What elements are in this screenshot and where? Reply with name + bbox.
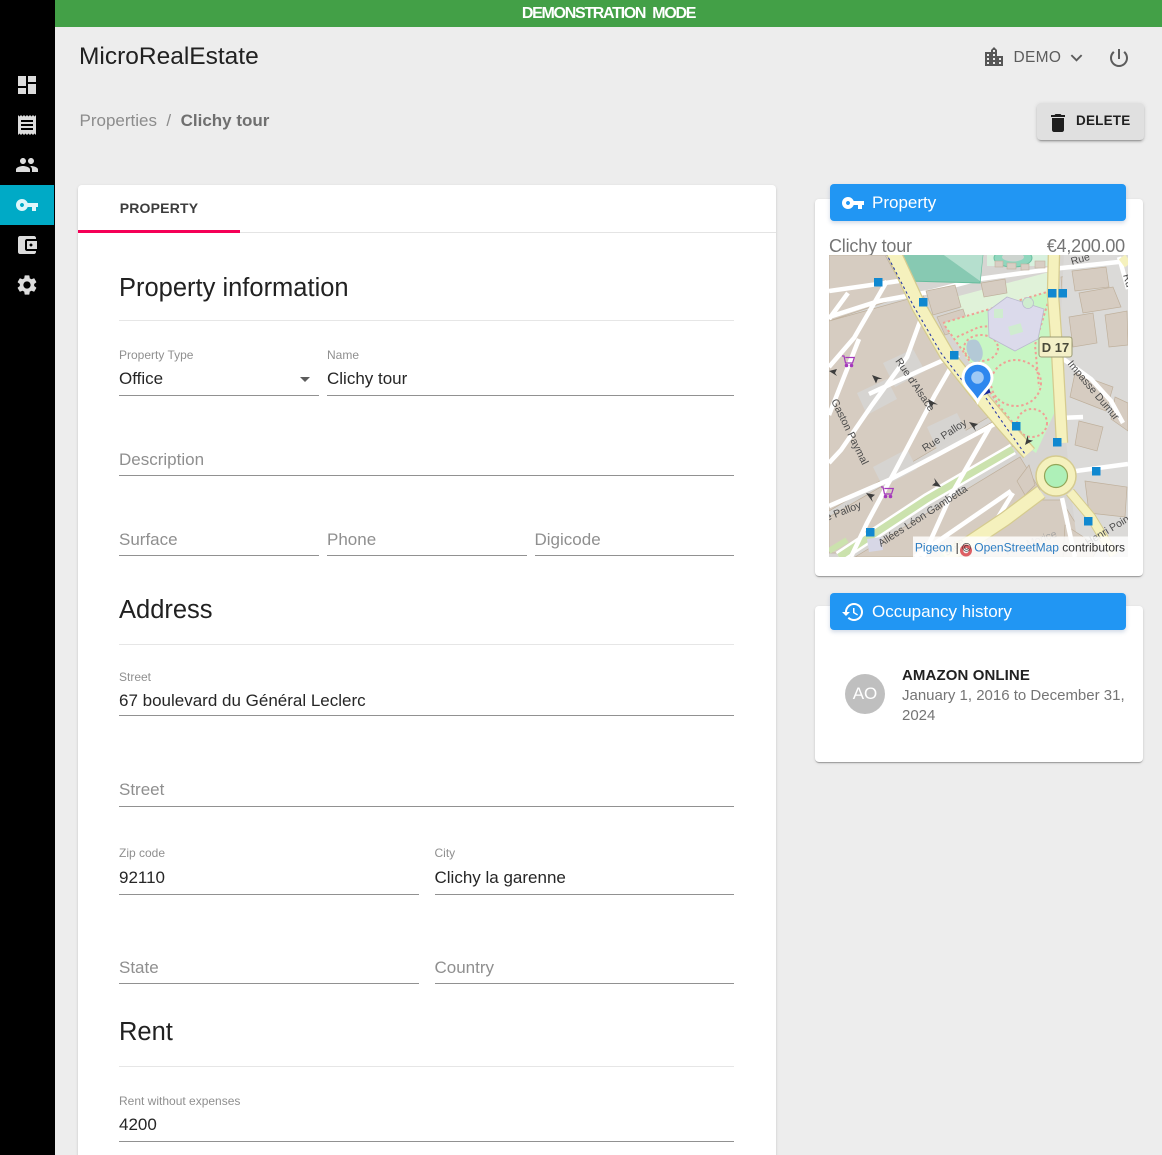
svg-text:D 17: D 17: [1042, 340, 1069, 355]
svg-text:Pigeon | © OpenStreetMap contr: Pigeon | © OpenStreetMap contributors: [915, 541, 1125, 555]
